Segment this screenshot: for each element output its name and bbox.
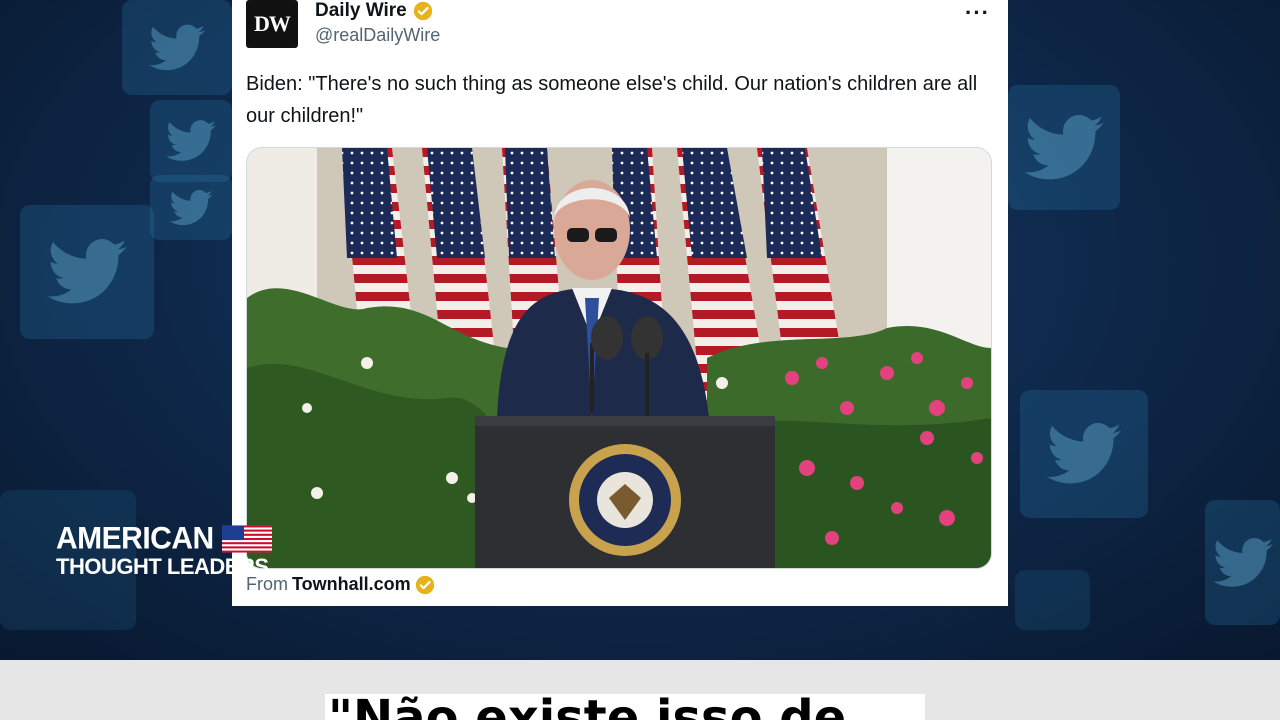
twitter-tile — [122, 0, 232, 95]
logo-line1: AMERICAN — [56, 521, 214, 556]
tweet-card[interactable]: DW Daily Wire @realDailyWire ··· Biden: … — [232, 0, 1008, 606]
tweet-media[interactable] — [246, 147, 992, 569]
twitter-tile — [1008, 85, 1120, 210]
twitter-bird-icon — [47, 239, 127, 304]
verified-badge-icon — [415, 575, 434, 594]
more-options-icon[interactable]: ··· — [965, 0, 990, 26]
twitter-tile — [20, 205, 154, 339]
caption-text: "Não existe isso de — [328, 690, 847, 720]
tweet-text: Biden: "There's no such thing as someone… — [246, 73, 978, 127]
media-source[interactable]: From Townhall.com — [246, 574, 435, 595]
twitter-tile — [1205, 500, 1280, 625]
twitter-bird-icon — [149, 24, 205, 70]
twitter-tile — [1020, 390, 1148, 518]
source-name[interactable]: Townhall.com — [292, 574, 411, 595]
verified-badge-icon — [413, 1, 432, 21]
video-frame — [247, 148, 991, 568]
logo-line2: THOUGHT LEADERS — [56, 554, 269, 579]
author-handle[interactable]: @realDailyWire — [315, 25, 440, 46]
twitter-bird-icon — [166, 120, 216, 161]
twitter-bird-icon — [1046, 423, 1122, 484]
twitter-tile — [150, 100, 232, 182]
author-name[interactable]: Daily Wire — [315, 0, 407, 22]
us-flag-icon — [221, 525, 272, 553]
twitter-tile — [150, 175, 232, 240]
american-thought-leaders-logo: AMERICAN THOUGHT LEADERS — [56, 521, 272, 579]
avatar-text: DW — [254, 11, 291, 36]
twitter-bird-icon — [1024, 114, 1104, 179]
twitter-bird-icon — [1212, 537, 1273, 587]
twitter-bird-icon — [169, 189, 213, 225]
twitter-tile — [1015, 570, 1090, 630]
author-row: Daily Wire — [315, 0, 433, 22]
avatar[interactable]: DW — [246, 0, 298, 48]
caption-bar: "Não existe isso de — [0, 660, 1280, 720]
